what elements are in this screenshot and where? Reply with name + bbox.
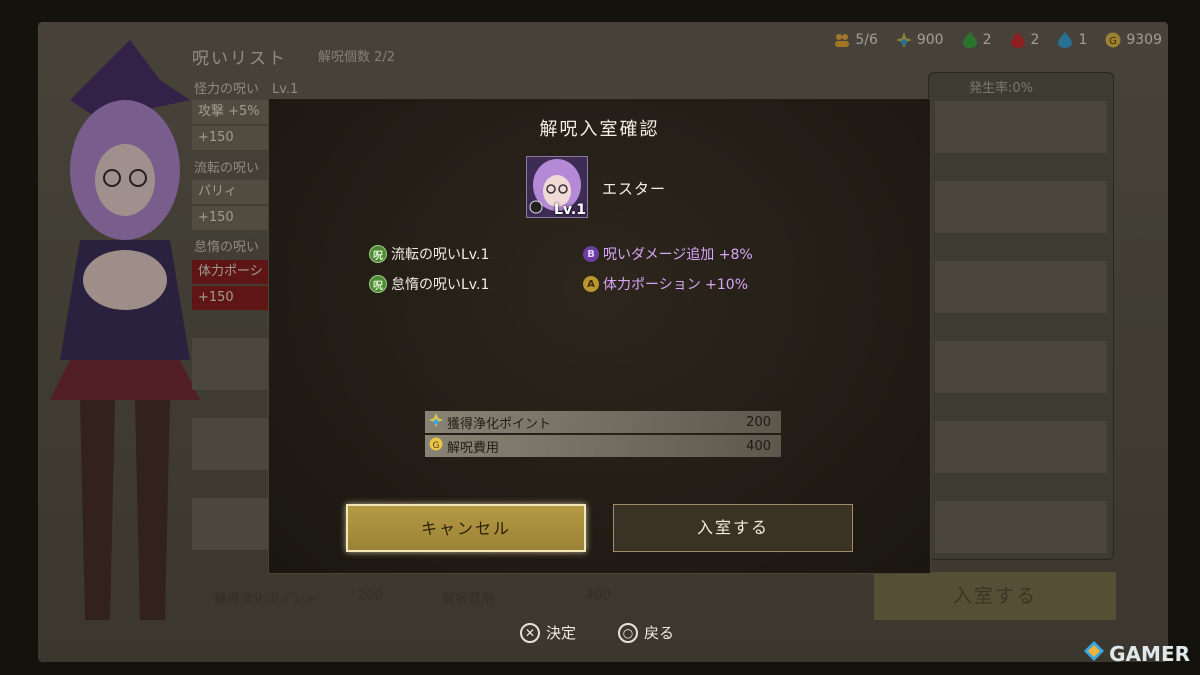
curse-item: 呪 流転の呪いLv.1 — [369, 244, 489, 264]
character-level: Lv.1 — [554, 202, 586, 218]
curse-icon: 呪 — [369, 245, 387, 263]
a-rank-icon: A — [583, 276, 599, 292]
circle-button-icon: ○ — [618, 622, 638, 643]
cost-row: G 解呪費用 400 — [425, 435, 781, 457]
curse-item: 呪 怠惰の呪いLv.1 — [369, 274, 489, 294]
confirm-hint: ✕ 決定 — [520, 622, 576, 643]
curse-icon: 呪 — [369, 275, 387, 293]
purify-point-icon — [429, 413, 443, 431]
back-hint: ○ 戻る — [618, 622, 674, 643]
points-value: 200 — [746, 414, 771, 430]
enter-room-button[interactable]: 入室する — [613, 504, 853, 552]
effect-item: A 体力ポーション +10% — [583, 274, 748, 294]
purify-confirm-dialog: 解呪入室確認 Lv.1 エスター 呪 流転の呪いLv.1 呪 怠惰の呪いLv.1… — [268, 98, 931, 574]
effect-item: B 呪いダメージ追加 +8% — [583, 244, 753, 264]
cross-button-icon: ✕ — [520, 622, 540, 643]
gold-coin-icon: G — [429, 437, 443, 455]
gamer-logo-icon — [1083, 640, 1105, 667]
character-name: エスター — [602, 180, 667, 198]
b-rank-icon: B — [583, 246, 599, 262]
points-row: 獲得浄化ポイント 200 — [425, 411, 781, 433]
gamer-watermark: GAMER — [1083, 640, 1190, 667]
cost-value: 400 — [746, 438, 771, 454]
svg-text:G: G — [433, 441, 440, 451]
dialog-title: 解呪入室確認 — [539, 119, 660, 140]
cancel-button[interactable]: キャンセル — [346, 504, 586, 552]
